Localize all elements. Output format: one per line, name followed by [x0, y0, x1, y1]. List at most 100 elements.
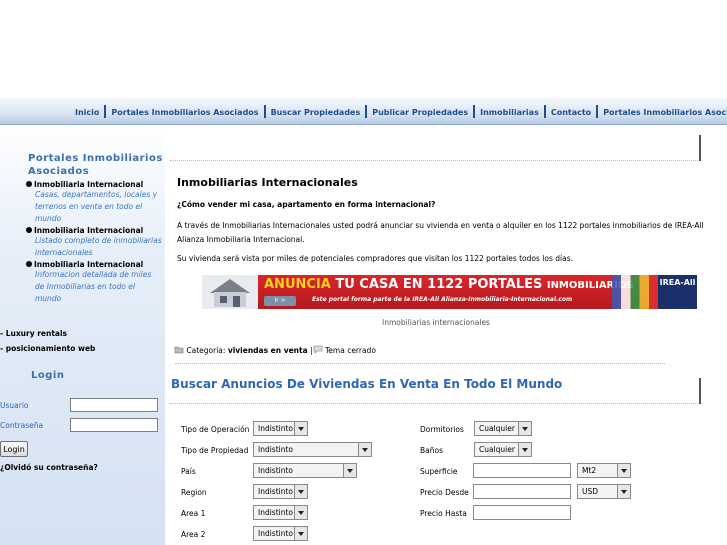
folder-icon — [174, 346, 184, 354]
portal-item: Inmobiliaria Internacional Listado compl… — [26, 226, 162, 259]
price-to-input[interactable] — [473, 505, 571, 520]
irea-logo: IREA-All — [658, 275, 697, 309]
field-label: País — [181, 467, 196, 476]
user-label: Usuario — [0, 401, 29, 410]
bedrooms-select[interactable]: Cualquier — [474, 421, 532, 436]
operation-type-select[interactable]: Indistinto — [253, 421, 308, 436]
banner-subtitle: Este portal forma parte de la IREA-All A… — [312, 296, 573, 303]
nav-contacto[interactable]: Contacto — [546, 108, 596, 117]
portal-title[interactable]: Inmobiliaria Internacional — [34, 226, 143, 235]
field-label: Precio Desde — [420, 488, 469, 497]
nav-buscar[interactable]: Buscar Propiedades — [266, 108, 366, 117]
bathrooms-select[interactable]: Cualquier — [474, 442, 532, 457]
top-nav-bar: Inicio Portales Inmobiliarios Asociados Bu… — [0, 98, 727, 125]
sidebar: Portales Inmobiliarios Asociados Inmobil… — [0, 125, 165, 545]
bullet-icon — [26, 261, 32, 267]
field-label: Baños — [420, 446, 443, 455]
select-value: Indistinto — [258, 424, 294, 433]
currency-select[interactable]: USD — [577, 484, 631, 499]
nav-portales[interactable]: Portales Inmobiliarios Asociados — [106, 108, 263, 117]
sidebar-heading-line2: Asociados — [28, 166, 90, 177]
search-title: Buscar Anuncios De Viviendas En Venta En… — [171, 377, 563, 391]
surface-input[interactable] — [473, 463, 571, 478]
house-image — [202, 275, 258, 309]
portal-desc[interactable]: terrenos en venta en todo el — [35, 201, 162, 213]
portal-desc[interactable]: internacionales — [35, 247, 162, 259]
article-paragraph-1: A través de Inmobiliarias Internacionale… — [177, 219, 717, 247]
surface-unit-select[interactable]: Mt2 — [577, 463, 631, 478]
portal-list: Inmobiliaria Internacional Casas, depart… — [26, 180, 162, 305]
select-value: Indistinto — [258, 466, 294, 475]
posicionamiento-link[interactable]: - posicionamiento web — [0, 344, 95, 353]
vertical-rule — [699, 378, 701, 404]
field-label: Area 2 — [181, 530, 206, 539]
chevron-down-icon — [294, 485, 307, 498]
portal-title[interactable]: Inmobiliaria Internacional — [34, 180, 143, 189]
login-button[interactable]: Login — [0, 441, 28, 457]
field-label: Tipo de Propiedad — [181, 446, 249, 455]
divider — [175, 363, 665, 364]
area2-select[interactable]: Indistinto — [253, 526, 308, 541]
nav-inicio[interactable]: Inicio — [70, 108, 104, 117]
portal-title[interactable]: Inmobiliaria Internacional — [34, 260, 143, 269]
chevron-down-icon — [358, 443, 371, 456]
country-select[interactable]: Indistinto — [253, 463, 357, 478]
chevron-down-icon — [617, 485, 630, 498]
field-label: Precio Hasta — [420, 509, 467, 518]
select-value: Indistinto — [258, 445, 294, 454]
password-label: Contraseña — [0, 421, 44, 430]
property-type-select[interactable]: Indistinto — [253, 442, 372, 457]
chevron-down-icon — [343, 464, 356, 477]
field-label: Superficie — [420, 467, 458, 476]
banner-caption: Inmobiliarias internacionales — [382, 318, 490, 327]
banner-go-button[interactable]: Ir > — [264, 296, 296, 306]
banner-headline: ANUNCIA TU CASA EN 1122 PORTALES INMOBIL… — [264, 277, 634, 292]
chevron-down-icon — [617, 464, 630, 477]
bullet-icon — [26, 181, 32, 187]
select-value: Cualquier — [479, 424, 515, 433]
region-select[interactable]: Indistinto — [253, 484, 308, 499]
select-value: Indistinto — [258, 508, 294, 517]
price-from-input[interactable] — [473, 484, 571, 499]
forgot-password-link[interactable]: ¿Olvidó su contraseña? — [0, 463, 98, 472]
portal-desc[interactable]: Informacion detallada de miles — [35, 269, 162, 281]
select-value: Indistinto — [258, 529, 294, 538]
field-label: Dormitorios — [420, 425, 464, 434]
topic-status: Tema cerrado — [324, 346, 376, 355]
portal-item: Inmobiliaria Internacional Casas, depart… — [26, 180, 162, 225]
divider — [170, 403, 700, 404]
category-label: Categoría: — [186, 346, 226, 355]
select-value: Indistinto — [258, 487, 294, 496]
advert-banner[interactable]: ANUNCIA TU CASA EN 1122 PORTALES INMOBIL… — [202, 275, 697, 309]
portal-desc[interactable]: Casas, departamentos, locales y — [35, 189, 162, 201]
password-input[interactable] — [70, 418, 158, 432]
nav-items: Inicio Portales Inmobiliarios Asociados Bu… — [70, 105, 727, 118]
field-label: Region — [181, 488, 207, 497]
nav-portales-2[interactable]: Portales Inmobiliarios Asociados — [598, 108, 727, 117]
article-paragraph-2: Su vivienda será vista por miles de pote… — [177, 254, 573, 263]
nav-inmobiliarias[interactable]: Inmobiliarias — [475, 108, 544, 117]
username-input[interactable] — [70, 398, 158, 412]
bullet-icon — [26, 227, 32, 233]
para1-line2: Alianza Inmobiliaria Internacional. — [177, 235, 305, 244]
portal-item: Inmobiliaria Internacional Informacion d… — [26, 260, 162, 305]
para1-line1: A través de Inmobiliarias Internacionale… — [177, 221, 704, 230]
portal-desc[interactable]: mundo — [35, 293, 162, 305]
article-meta: Categoría: viviendas en venta | Tema cer… — [174, 345, 376, 355]
nav-publicar[interactable]: Publicar Propiedades — [367, 108, 473, 117]
area1-select[interactable]: Indistinto — [253, 505, 308, 520]
article-title: Inmobiliarias Internacionales — [177, 176, 358, 189]
portal-desc[interactable]: mundo — [35, 213, 162, 225]
luxury-rentals-link[interactable]: - Luxury rentals — [0, 329, 67, 338]
chevron-down-icon — [518, 422, 531, 435]
chevron-down-icon — [518, 443, 531, 456]
banner-word: TU CASA EN 1122 PORTALES — [335, 277, 543, 292]
chevron-down-icon — [294, 527, 307, 540]
login-heading: Login — [31, 370, 65, 381]
chevron-down-icon — [294, 422, 307, 435]
select-value: Mt2 — [582, 466, 597, 475]
banner-word: ANUNCIA — [264, 277, 331, 292]
category-value[interactable]: viviendas en venta — [228, 346, 308, 355]
portal-desc[interactable]: de Inmobiliarias en todo el — [35, 281, 162, 293]
portal-desc[interactable]: Listado completo de inmobiliarias — [35, 235, 162, 247]
